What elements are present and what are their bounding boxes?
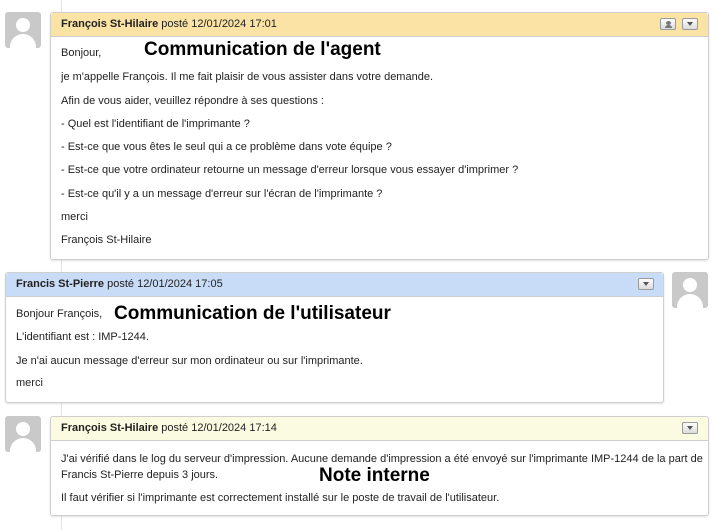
chevron-down-icon (643, 282, 649, 286)
message-line: - Quel est l'identifiant de l'imprimante… (61, 118, 250, 130)
message-menu-button[interactable] (682, 18, 698, 30)
message-line: merci (16, 377, 43, 389)
annotation-label: Note interne (319, 465, 430, 486)
message-line: Il faut vérifier si l'imprimante est cor… (61, 492, 500, 504)
message-line: je m'appelle François. Il me fait plaisi… (61, 71, 433, 83)
message-meta: posté 12/01/2024 17:05 (107, 278, 223, 290)
message-line: L'identifiant est : IMP-1244. (16, 331, 149, 343)
message-author[interactable]: François St-Hilaire (61, 422, 158, 434)
avatar-user (672, 272, 708, 308)
message-line: Bonjour François, (16, 308, 103, 320)
message-line: - Est-ce qu'il y a un message d'erreur s… (61, 188, 383, 200)
message-line: Bonjour, (61, 47, 102, 59)
message-line: J'ai vérifié dans le log du serveur d'im… (61, 453, 703, 465)
user-info-button[interactable] (660, 18, 676, 30)
message-user: Francis St-Pierre posté 12/01/2024 17:05… (5, 272, 664, 403)
message-line: - Est-ce que votre ordinateur retourne u… (61, 164, 519, 176)
message-author[interactable]: Francis St-Pierre (16, 278, 104, 290)
message-menu-button[interactable] (638, 278, 654, 290)
message-line: Je n'ai aucun message d'erreur sur mon o… (16, 355, 363, 367)
message-line: merci (61, 211, 88, 223)
message-line: - Est-ce que vous êtes le seul qui a ce … (61, 141, 392, 153)
annotation-label: Communication de l'utilisateur (114, 303, 391, 324)
annotation-label: Communication de l'agent (144, 39, 381, 60)
message-author[interactable]: François St-Hilaire (61, 18, 158, 30)
message-meta: posté 12/01/2024 17:14 (161, 422, 277, 434)
message-meta: posté 12/01/2024 17:01 (161, 18, 277, 30)
message-line: Francis St-Pierre depuis 3 jours. (61, 469, 219, 481)
message-header: François St-Hilaire posté 12/01/2024 17:… (51, 13, 708, 37)
message-menu-button[interactable] (682, 422, 698, 434)
avatar-agent (5, 416, 41, 452)
chevron-down-icon (687, 426, 693, 430)
message-line: Afin de vous aider, veuillez répondre à … (61, 95, 324, 107)
avatar-agent (5, 12, 41, 48)
message-line: François St-Hilaire (61, 234, 152, 246)
chevron-down-icon (687, 22, 693, 26)
message-header: Francis St-Pierre posté 12/01/2024 17:05 (6, 273, 663, 297)
message-header: François St-Hilaire posté 12/01/2024 17:… (51, 417, 708, 441)
